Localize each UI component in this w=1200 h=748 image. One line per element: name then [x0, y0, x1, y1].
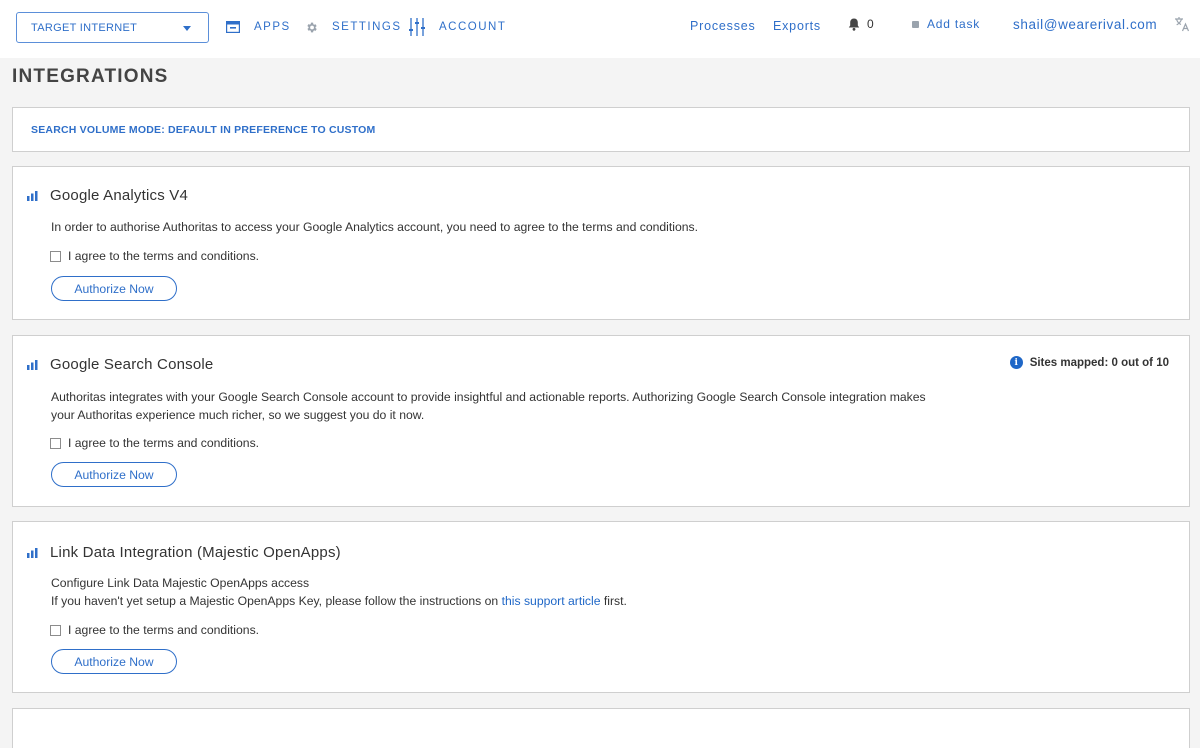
search-volume-mode-panel: SEARCH VOLUME MODE: DEFAULT IN PREFERENC…: [12, 107, 1190, 152]
exports-link[interactable]: Exports: [773, 19, 821, 33]
page-title: INTEGRATIONS: [12, 66, 169, 87]
integration-description: Authoritas integrates with your Google S…: [51, 388, 926, 424]
terms-label: I agree to the terms and conditions.: [68, 436, 260, 450]
integration-panel-next: [12, 708, 1190, 748]
panel-header: Link Data Integration (Majestic OpenApps…: [27, 544, 341, 561]
panel-header: Google Analytics V4: [27, 187, 188, 204]
account-selector[interactable]: TARGET INTERNET: [16, 12, 209, 43]
integration-description: In order to authorise Authoritas to acce…: [51, 220, 698, 234]
terms-checkbox[interactable]: [50, 250, 61, 262]
terms-checkbox[interactable]: [50, 437, 61, 449]
notifications-button[interactable]: 0: [848, 17, 874, 31]
info-icon: i: [1009, 356, 1023, 369]
description-line-1: Configure Link Data Majestic OpenApps ac…: [51, 576, 310, 590]
terms-checkbox[interactable]: [50, 624, 61, 636]
description-line-2: your Authoritas experience much richer, …: [51, 408, 425, 422]
authorize-now-button[interactable]: Authorize Now: [51, 276, 177, 301]
integration-panel-google-analytics: Google Analytics V4 In order to authoris…: [12, 166, 1190, 320]
sites-mapped-status: i Sites mapped: 0 out of 10: [1009, 356, 1169, 369]
support-article-link[interactable]: this support article: [502, 594, 601, 608]
add-task-button[interactable]: Add task: [912, 17, 980, 31]
bar-chart-icon: [27, 190, 38, 201]
nav-apps[interactable]: APPS: [226, 18, 291, 36]
terms-agree[interactable]: I agree to the terms and conditions.: [50, 249, 259, 263]
bell-icon: [848, 18, 860, 31]
processes-link[interactable]: Processes: [690, 19, 756, 33]
integration-title: Google Search Console: [50, 356, 214, 373]
integration-title: Link Data Integration (Majestic OpenApps…: [50, 544, 341, 561]
panel-header: Google Search Console: [27, 356, 213, 373]
notification-count: 0: [867, 17, 874, 31]
add-task-icon: [912, 20, 919, 28]
account-selector-label: TARGET INTERNET: [31, 21, 138, 34]
chevron-down-icon: [183, 26, 191, 31]
gear-icon: [305, 21, 318, 34]
nav-settings-label: SETTINGS: [332, 21, 402, 33]
add-task-label: Add task: [927, 17, 981, 31]
authorize-now-button[interactable]: Authorize Now: [51, 462, 177, 487]
user-email-link[interactable]: shail@wearerival.com: [1013, 17, 1157, 32]
integration-panel-google-search-console: Google Search Console i Sites mapped: 0 …: [12, 335, 1190, 507]
terms-agree[interactable]: I agree to the terms and conditions.: [50, 436, 259, 450]
terms-label: I agree to the terms and conditions.: [68, 249, 260, 263]
sliders-icon: [409, 18, 425, 36]
sites-mapped-label: Sites mapped: 0 out of 10: [1029, 356, 1169, 369]
authorize-now-button[interactable]: Authorize Now: [51, 649, 177, 674]
terms-label: I agree to the terms and conditions.: [68, 623, 260, 637]
integration-panel-majestic: Link Data Integration (Majestic OpenApps…: [12, 521, 1190, 693]
integration-description: Configure Link Data Majestic OpenApps ac…: [51, 574, 627, 610]
translate-icon[interactable]: [1174, 16, 1190, 37]
nav-apps-label: APPS: [254, 21, 291, 33]
description-line-1: Authoritas integrates with your Google S…: [51, 390, 926, 404]
bar-chart-icon: [27, 359, 38, 370]
terms-agree[interactable]: I agree to the terms and conditions.: [50, 623, 259, 637]
apps-icon: [226, 21, 240, 33]
nav-account-label: ACCOUNT: [439, 21, 507, 33]
bar-chart-icon: [27, 547, 38, 558]
description-line-2-suffix: first.: [600, 594, 627, 608]
nav-account[interactable]: ACCOUNT: [409, 18, 506, 36]
integration-title: Google Analytics V4: [50, 187, 189, 204]
top-navbar: TARGET INTERNET APPS SETTINGS ACCOUNT Pr…: [0, 0, 1200, 58]
nav-settings[interactable]: SETTINGS: [305, 18, 402, 36]
search-volume-mode-link[interactable]: SEARCH VOLUME MODE: DEFAULT IN PREFERENC…: [31, 124, 375, 136]
description-line-2-prefix: If you haven't yet setup a Majestic Open…: [51, 594, 502, 608]
